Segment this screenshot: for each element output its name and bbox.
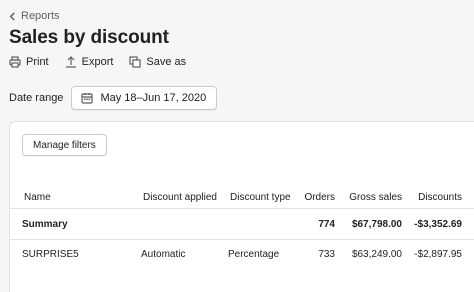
save-as-label: Save as — [146, 56, 187, 68]
date-range-row: Date range May 18–Jun 17, 2020 — [9, 86, 218, 110]
column-header-name[interactable]: Name — [24, 192, 51, 203]
export-button[interactable]: Export — [65, 56, 114, 68]
export-label: Export — [81, 56, 114, 68]
column-header-gross-sales[interactable]: Gross sales — [349, 192, 402, 203]
row-orders: 733 — [318, 249, 335, 260]
column-header-discount-type[interactable]: Discount type — [230, 192, 291, 203]
row-discount-type: Percentage — [228, 249, 280, 260]
summary-divider — [10, 239, 474, 240]
row-discount-applied: Automatic — [141, 249, 186, 260]
row-name: SURPRISE5 — [22, 249, 79, 260]
save-as-button[interactable]: Save as — [129, 56, 186, 68]
print-icon — [9, 56, 21, 68]
summary-label: Summary — [22, 219, 68, 230]
row-gross-sales: $63,249.00 — [351, 249, 402, 260]
column-header-orders[interactable]: Orders — [304, 192, 335, 203]
page-title: Sales by discount — [9, 27, 169, 48]
summary-orders: 774 — [318, 219, 335, 230]
manage-filters-button[interactable]: Manage filters — [22, 134, 107, 156]
header-divider — [10, 208, 474, 209]
date-range-value: May 18–Jun 17, 2020 — [100, 92, 207, 104]
column-header-discounts[interactable]: Discounts — [418, 192, 462, 203]
calendar-icon — [81, 93, 94, 104]
date-range-picker[interactable]: May 18–Jun 17, 2020 — [71, 86, 218, 110]
chevron-left-icon — [9, 11, 15, 21]
page-actions: Print Export Save as — [9, 56, 186, 68]
breadcrumb-back-link[interactable]: Reports — [8, 10, 60, 22]
summary-gross-sales: $67,798.00 — [351, 219, 402, 230]
date-range-label: Date range — [9, 92, 64, 104]
column-header-discount-applied[interactable]: Discount applied — [143, 192, 217, 203]
export-icon — [65, 56, 76, 68]
report-card: Manage filters Name Discount applied Dis… — [9, 121, 474, 292]
breadcrumb-label: Reports — [21, 10, 60, 22]
summary-discounts: -$3,352.69 — [414, 219, 462, 230]
duplicate-icon — [129, 56, 142, 68]
print-button[interactable]: Print — [9, 56, 49, 68]
print-label: Print — [26, 56, 49, 68]
row-discounts: -$2,897.95 — [414, 249, 462, 260]
